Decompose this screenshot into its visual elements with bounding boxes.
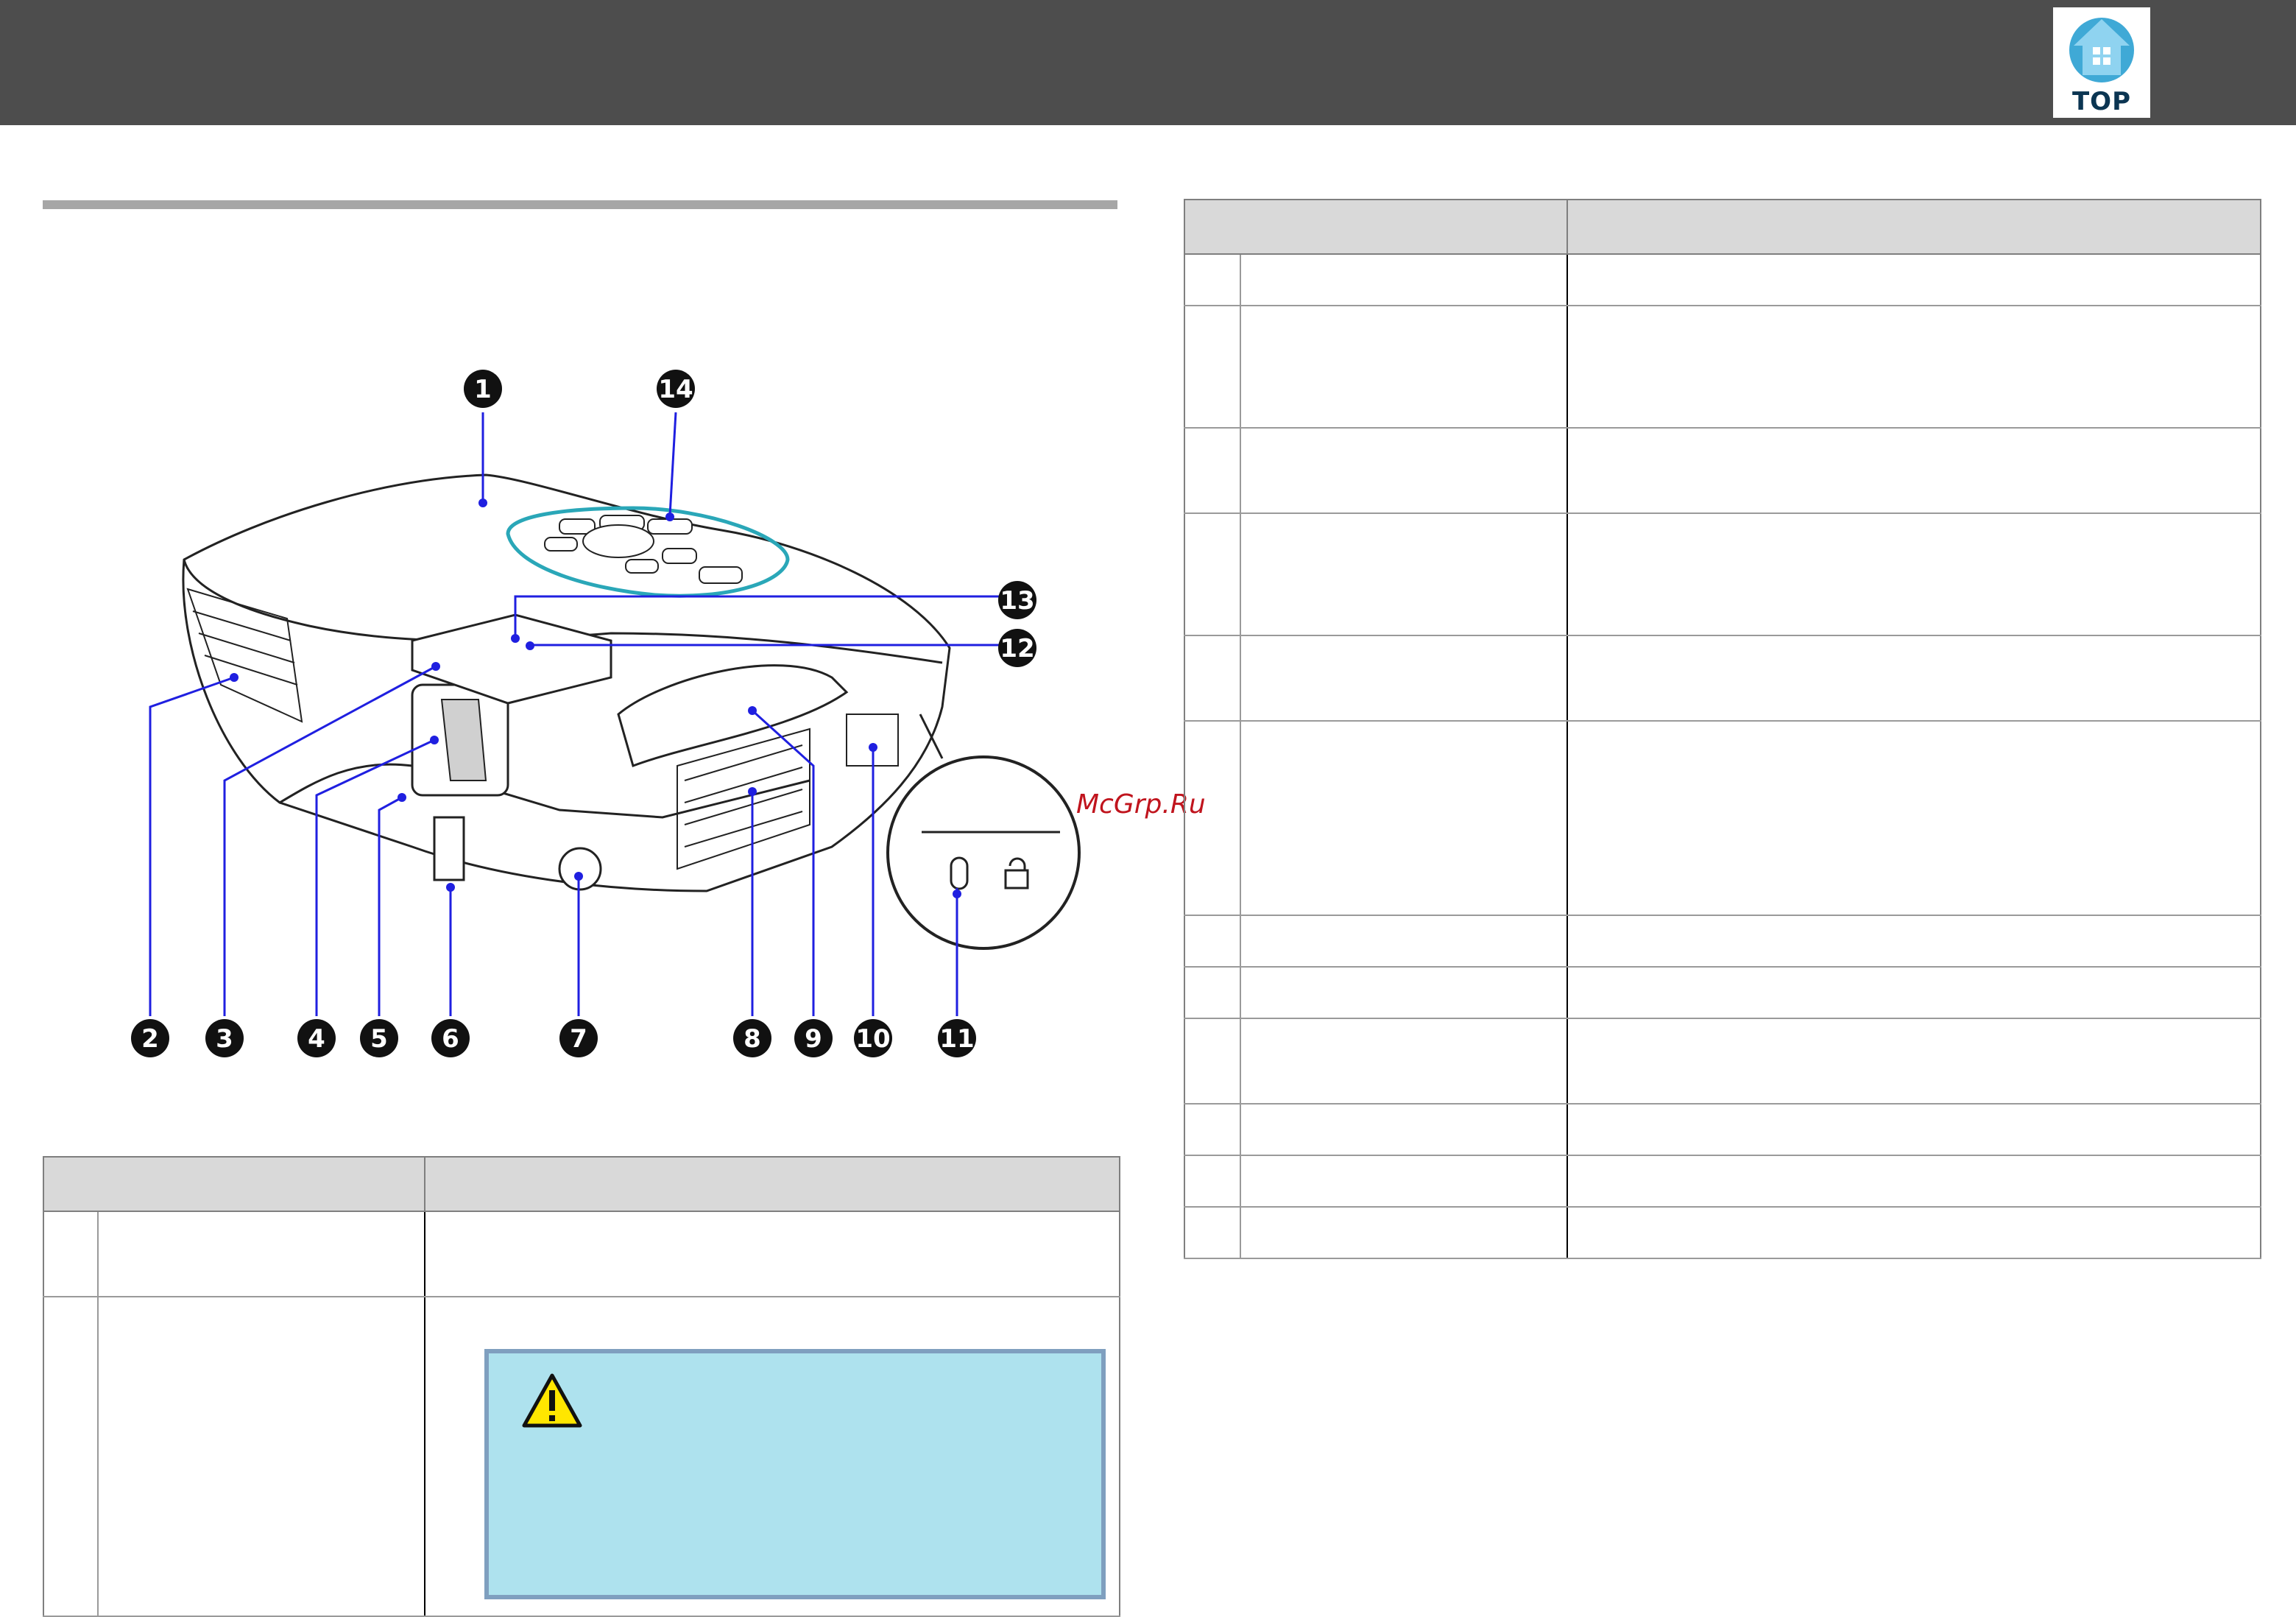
table-row	[1184, 512, 2261, 636]
table-header-cell	[1184, 199, 1568, 255]
svg-text:3: 3	[216, 1024, 233, 1054]
svg-text:12: 12	[1000, 634, 1034, 663]
table-row	[1184, 1103, 2261, 1156]
callout-9: 9	[794, 1019, 833, 1057]
security-slot	[950, 856, 969, 890]
table-cell	[98, 1296, 425, 1617]
top-button-label[interactable]: TOP	[2053, 87, 2150, 116]
svg-text:10: 10	[855, 1024, 890, 1054]
svg-text:6: 6	[442, 1024, 459, 1054]
table-header-row	[43, 1156, 1120, 1212]
callout-5: 5	[360, 1019, 398, 1057]
svg-text:4: 4	[308, 1024, 325, 1054]
svg-text:1: 1	[474, 375, 492, 404]
table-header-cell	[43, 1156, 425, 1212]
warning-triangle-icon	[522, 1373, 582, 1428]
svg-text:13: 13	[1000, 586, 1034, 616]
svg-text:2: 2	[141, 1024, 159, 1054]
table-header-cell	[1566, 199, 2261, 255]
table-row	[1184, 966, 2261, 1019]
callout-12: 12	[998, 629, 1036, 667]
table-row	[1184, 1206, 2261, 1259]
security-slot-magnifier	[886, 755, 1081, 950]
house-up-arrow-icon	[2069, 18, 2134, 82]
table-row	[1184, 915, 2261, 968]
callout-1: 1	[464, 370, 502, 408]
callout-8: 8	[733, 1019, 771, 1057]
svg-text:8: 8	[743, 1024, 761, 1054]
callout-11: 11	[938, 1019, 976, 1057]
remote-receiver	[558, 847, 602, 891]
callout-3: 3	[205, 1019, 244, 1057]
callout-10: 10	[854, 1019, 892, 1057]
table-row	[1184, 305, 2261, 429]
table-cell	[98, 1211, 425, 1297]
callout-2: 2	[131, 1019, 169, 1057]
table-row	[1184, 1018, 2261, 1105]
callout-4: 4	[297, 1019, 336, 1057]
front-foot	[433, 816, 465, 881]
svg-text:9: 9	[805, 1024, 822, 1054]
table-row	[1184, 253, 2261, 306]
table-row	[1184, 427, 2261, 514]
callout-6: 6	[431, 1019, 470, 1057]
svg-text:5: 5	[370, 1024, 388, 1054]
table-row	[43, 1211, 1120, 1297]
right-parts-table	[1184, 199, 2261, 1259]
svg-text:7: 7	[570, 1024, 587, 1054]
caution-box	[484, 1349, 1106, 1599]
projector-diagram: 1 14 13 12 2 3 4 5 6 7 8 9 10 11	[131, 370, 1081, 1057]
table-row	[1184, 635, 2261, 722]
table-header-row	[1184, 199, 2261, 255]
table-cell	[424, 1211, 1120, 1297]
table-row	[1184, 720, 2261, 916]
table-cell	[43, 1211, 99, 1297]
table-header-cell	[424, 1156, 1120, 1212]
table-cell	[43, 1296, 99, 1617]
table-row	[1184, 1155, 2261, 1208]
callout-14: 14	[657, 370, 695, 408]
svg-text:14: 14	[658, 375, 693, 404]
callout-7: 7	[559, 1019, 598, 1057]
svg-text:11: 11	[939, 1024, 974, 1054]
callout-13: 13	[998, 581, 1036, 619]
